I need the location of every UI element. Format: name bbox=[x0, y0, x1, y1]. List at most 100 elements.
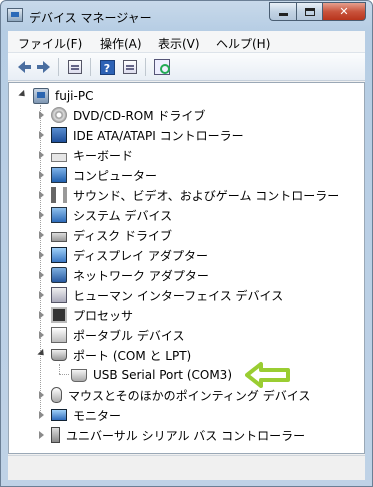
tree-node-sound[interactable]: サウンド、ビデオ、およびゲーム コントローラー bbox=[35, 186, 339, 204]
tree-node-label: システム デバイス bbox=[73, 208, 173, 223]
tree-node-label: ポート (COM と LPT) bbox=[73, 348, 192, 363]
tree-node-dvd[interactable]: DVD/CD-ROM ドライブ bbox=[35, 106, 205, 124]
tree-node-usb-controller[interactable]: ユニバーサル シリアル バス コントローラー bbox=[35, 426, 305, 444]
caption-buttons: ✕ bbox=[269, 2, 366, 22]
node-expander[interactable] bbox=[39, 151, 48, 160]
collapsed-chevron-icon bbox=[39, 191, 44, 199]
computer-root-icon bbox=[33, 88, 49, 104]
node-expander[interactable] bbox=[39, 191, 48, 200]
close-icon: ✕ bbox=[339, 5, 349, 18]
tree-node-usb-serial-port[interactable]: USB Serial Port (COM3) bbox=[71, 366, 232, 384]
node-expander[interactable] bbox=[39, 271, 48, 280]
node-expander[interactable] bbox=[39, 211, 48, 220]
computer-icon bbox=[51, 167, 67, 183]
tree-node-mouse[interactable]: マウスとそのほかのポインティング デバイス bbox=[35, 386, 310, 404]
tree-node-hid[interactable]: ヒューマン インターフェイス デバイス bbox=[35, 286, 283, 304]
back-icon bbox=[17, 61, 31, 73]
tree-node-computer[interactable]: コンピューター bbox=[35, 166, 157, 184]
menu-help[interactable]: ヘルプ(H) bbox=[216, 35, 270, 52]
title-bar[interactable]: デバイス マネージャー ✕ bbox=[1, 1, 372, 31]
help-icon: ? bbox=[99, 59, 115, 75]
tree-node-network[interactable]: ネットワーク アダプター bbox=[35, 266, 209, 284]
collapsed-chevron-icon bbox=[39, 231, 44, 239]
keyboard-icon bbox=[51, 152, 67, 162]
collapsed-chevron-icon bbox=[39, 151, 44, 159]
collapsed-chevron-icon bbox=[39, 311, 44, 319]
usb-serial-port-icon bbox=[71, 368, 87, 382]
client-area: ファイル(F) 操作(A) 表示(V) ヘルプ(H) ? fuji-PC DVD… bbox=[8, 31, 365, 480]
show-hide-console-tree-button[interactable] bbox=[65, 57, 85, 77]
tree-node-ports[interactable]: ポート (COM と LPT) bbox=[35, 346, 191, 364]
forward-icon bbox=[36, 61, 50, 73]
menu-view[interactable]: 表示(V) bbox=[158, 35, 200, 52]
node-expander[interactable] bbox=[39, 111, 48, 120]
tree-node-keyboard[interactable]: キーボード bbox=[35, 146, 133, 164]
mouse-icon bbox=[51, 387, 62, 403]
tree-node-label: ネットワーク アダプター bbox=[73, 268, 209, 283]
maximize-button[interactable] bbox=[296, 2, 322, 21]
display-adapter-icon bbox=[51, 247, 67, 263]
node-expander[interactable] bbox=[39, 411, 48, 420]
tree-node-label: IDE ATA/ATAPI コントローラー bbox=[73, 128, 244, 143]
tree-node-label: ディスプレイ アダプター bbox=[73, 248, 208, 263]
collapsed-chevron-icon bbox=[39, 131, 44, 139]
properties-icon bbox=[123, 60, 137, 74]
tree-node-display[interactable]: ディスプレイ アダプター bbox=[35, 246, 208, 264]
menu-action[interactable]: 操作(A) bbox=[100, 35, 142, 52]
tree-connector-line bbox=[59, 364, 60, 374]
expanded-chevron-icon bbox=[37, 348, 47, 359]
hid-icon bbox=[51, 287, 67, 303]
system-devices-icon bbox=[51, 207, 67, 223]
node-expander[interactable] bbox=[39, 331, 48, 340]
tree-node-label: マウスとそのほかのポインティング デバイス bbox=[68, 388, 311, 403]
node-expander[interactable] bbox=[39, 131, 48, 140]
toolbar-separator bbox=[90, 58, 91, 76]
node-expander[interactable] bbox=[39, 311, 48, 320]
tree-node-portable[interactable]: ポータブル デバイス bbox=[35, 326, 184, 344]
collapsed-chevron-icon bbox=[39, 331, 44, 339]
portable-devices-icon bbox=[51, 327, 67, 343]
tree-node-label: ユニバーサル シリアル バス コントローラー bbox=[66, 428, 306, 443]
tree-node-label: プロセッサ bbox=[73, 308, 134, 323]
window-title: デバイス マネージャー bbox=[29, 11, 152, 25]
dvd-drive-icon bbox=[51, 107, 67, 123]
root-expander[interactable] bbox=[18, 89, 28, 101]
menu-file[interactable]: ファイル(F) bbox=[18, 35, 82, 52]
tree-node-disk[interactable]: ディスク ドライブ bbox=[35, 226, 172, 244]
collapsed-chevron-icon bbox=[39, 251, 44, 259]
scan-hardware-changes-icon bbox=[154, 59, 170, 75]
tree-node-label: ヒューマン インターフェイス デバイス bbox=[73, 288, 284, 303]
tree-root[interactable]: fuji-PC bbox=[18, 87, 93, 105]
toolbar-separator bbox=[145, 58, 146, 76]
node-expander[interactable] bbox=[37, 348, 47, 360]
device-tree[interactable]: fuji-PC DVD/CD-ROM ドライブ IDE ATA/ATAPI コン… bbox=[8, 82, 365, 454]
node-expander[interactable] bbox=[39, 431, 48, 440]
tree-node-label: サウンド、ビデオ、およびゲーム コントローラー bbox=[73, 188, 340, 203]
status-bar bbox=[8, 455, 365, 480]
node-expander[interactable] bbox=[39, 231, 48, 240]
node-expander[interactable] bbox=[39, 251, 48, 260]
collapsed-chevron-icon bbox=[39, 291, 44, 299]
tree-node-processor[interactable]: プロセッサ bbox=[35, 306, 133, 324]
monitor-icon bbox=[51, 409, 67, 421]
help-button[interactable]: ? bbox=[97, 57, 117, 77]
tree-node-label: モニター bbox=[73, 408, 122, 423]
forward-button[interactable] bbox=[33, 57, 53, 77]
node-expander[interactable] bbox=[39, 391, 48, 400]
tree-node-system[interactable]: システム デバイス bbox=[35, 206, 172, 224]
toolbar-separator bbox=[58, 58, 59, 76]
tree-node-label: ポータブル デバイス bbox=[73, 328, 185, 343]
tree-node-monitor[interactable]: モニター bbox=[35, 406, 121, 424]
minimize-button[interactable] bbox=[269, 2, 296, 21]
properties-button[interactable] bbox=[120, 57, 140, 77]
back-button[interactable] bbox=[11, 57, 31, 77]
collapsed-chevron-icon bbox=[39, 111, 44, 119]
tree-node-label: キーボード bbox=[73, 148, 134, 163]
close-button[interactable]: ✕ bbox=[322, 2, 366, 21]
scan-hardware-changes-button[interactable] bbox=[152, 57, 172, 77]
node-expander[interactable] bbox=[39, 291, 48, 300]
tree-node-ide[interactable]: IDE ATA/ATAPI コントローラー bbox=[35, 126, 244, 144]
ide-controller-icon bbox=[51, 127, 67, 143]
node-expander[interactable] bbox=[39, 171, 48, 180]
sound-icon bbox=[51, 187, 67, 203]
